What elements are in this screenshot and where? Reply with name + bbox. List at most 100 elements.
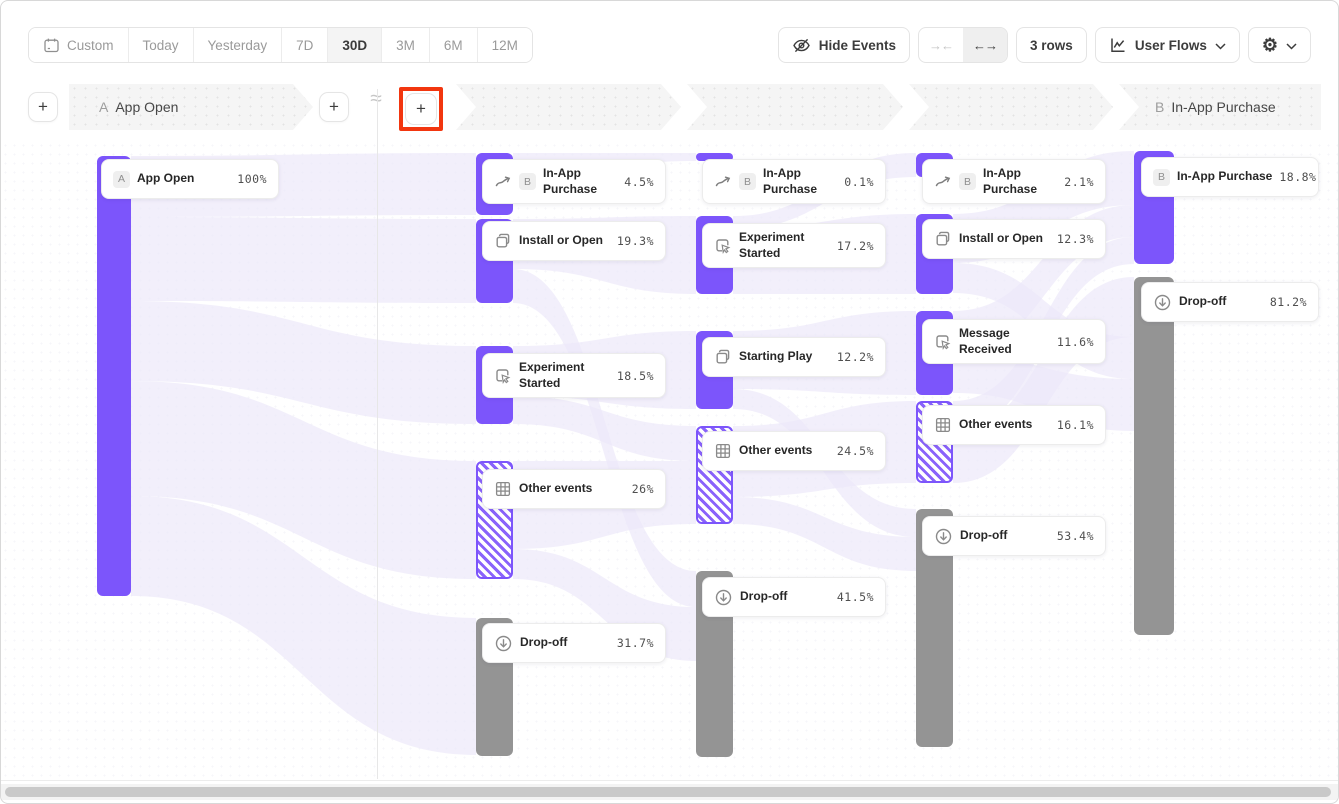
date-label: Yesterday [208,38,268,53]
node-percent: 31.7% [617,636,654,650]
date-range-yesterday[interactable]: Yesterday [194,28,283,62]
flow-node-card-in-app-purchase[interactable]: BIn-App Purchase0.1% [702,159,886,204]
date-range-12m[interactable]: 12M [478,28,532,62]
flow-bar-app-open[interactable] [97,156,131,596]
rows-button[interactable]: 3 rows [1016,27,1087,63]
node-label: Drop-off [740,589,830,605]
step-a-letter: A [99,99,108,115]
step-badge-b: B [519,173,536,190]
scrollbar-thumb[interactable] [5,787,1331,797]
flow-node-card-drop-off[interactable]: Drop-off53.4% [922,516,1106,556]
goal-arrow-icon [934,174,952,190]
node-percent: 2.1% [1064,175,1094,189]
goal-arrow-icon [494,174,512,190]
node-percent: 26% [632,482,654,496]
node-percent: 19.3% [617,234,654,248]
drop-off-icon [934,527,953,546]
arrows-expand-icon[interactable]: ←→ [963,28,1007,62]
node-percent: 12.2% [837,350,874,364]
node-label: In-App Purchase [763,166,837,197]
goal-arrow-icon [714,174,732,190]
flow-node-card-other-events[interactable]: Other events26% [482,469,666,509]
hide-events-button[interactable]: Hide Events [778,27,910,63]
node-percent: 18.8% [1279,170,1316,184]
window-event-icon [494,232,512,250]
chevron-down-icon [1286,38,1297,53]
view-picker-label: User Flows [1135,38,1207,53]
step-badge-b: B [1153,169,1170,186]
chevron-down-icon [1215,38,1226,53]
calendar-icon [43,37,60,54]
node-label: Drop-off [520,635,610,651]
flow-node-card-install-or-open[interactable]: Install or Open 12.3% [922,219,1106,259]
date-range-today[interactable]: Today [129,28,194,62]
node-percent: 53.4% [1057,529,1094,543]
node-label: App Open [137,171,230,187]
flow-node-card-install-or-open[interactable]: Install or Open 19.3% [482,221,666,261]
between-band-3[interactable] [909,84,1113,130]
flow-node-card-experiment-started[interactable]: Experiment Started 18.5% [482,353,666,398]
step-a-band[interactable]: A App Open [69,84,313,130]
node-label: Starting Play [739,349,830,365]
flow-bar-drop-off[interactable] [1134,277,1174,635]
flow-node-card-starting-play[interactable]: Starting Play 12.2% [702,337,886,377]
flow-node-card-in-app-purchase[interactable]: BIn-App Purchase4.5% [482,159,666,204]
user-flows-report: Custom Today Yesterday 7D 30D 3M 6M 12M … [0,0,1339,804]
step-badge-a: A [113,171,130,188]
date-range-custom[interactable]: Custom [29,28,129,62]
view-picker-button[interactable]: User Flows [1095,27,1240,63]
date-range-7d[interactable]: 7D [282,28,328,62]
date-range-30d-selected[interactable]: 30D [328,28,382,62]
flow-node-card-other-events[interactable]: Other events16.1% [922,405,1106,445]
node-label: Experiment Started [519,360,610,391]
date-label: 6M [444,38,463,53]
node-label: Install or Open [959,231,1050,247]
flow-node-card-drop-off[interactable]: Drop-off41.5% [702,577,886,617]
canvas-bottom-border [1,780,1338,781]
flow-node-card-drop-off[interactable]: Drop-off 31.7% [482,623,666,663]
date-range-6m[interactable]: 6M [430,28,478,62]
date-label: 3M [396,38,415,53]
flow-node-card-experiment-started[interactable]: Experiment Started17.2% [702,223,886,268]
settings-button[interactable]: ⚙ [1248,27,1311,63]
node-percent: 18.5% [617,369,654,383]
rows-label: 3 rows [1030,38,1073,53]
node-percent: 24.5% [837,444,874,458]
other-events-grid-icon [714,442,732,460]
flow-node-card-message-received[interactable]: Message Received11.6% [922,319,1106,364]
flow-node-card-other-events[interactable]: Other events 24.5% [702,431,886,471]
arrows-collapse-icon[interactable]: →← [919,28,963,62]
add-step-button[interactable]: + [405,93,437,125]
step-b-letter: B [1155,99,1164,115]
flow-node-card-drop-off[interactable]: Drop-off81.2% [1141,282,1319,322]
drop-off-icon [714,588,733,607]
drop-off-icon [1153,293,1172,312]
node-percent: 12.3% [1057,232,1094,246]
date-label: 7D [296,38,313,53]
date-range-3m[interactable]: 3M [382,28,430,62]
toolbar: Custom Today Yesterday 7D 30D 3M 6M 12M … [28,27,1311,63]
flow-node-card-in-app-purchase[interactable]: BIn-App Purchase18.8% [1141,157,1319,197]
horizontal-scrollbar[interactable] [1,784,1338,800]
node-label: Other events [739,443,830,459]
flow-node-card-in-app-purchase[interactable]: BIn-App Purchase2.1% [922,159,1106,204]
eye-off-icon [792,36,811,55]
node-percent: 100% [237,172,267,186]
step-b-band[interactable]: B In-App Purchase [1119,84,1321,130]
flow-node-card-app-open[interactable]: A App Open 100% [101,159,279,199]
toolbar-right: Hide Events →← ←→ 3 rows User Flows [778,27,1311,63]
node-percent: 11.6% [1057,335,1094,349]
flow-canvas: A App Open 100% BIn-App Purchase4.5% Install… [1,141,1339,779]
between-band-1[interactable] [456,84,681,130]
annotation-highlight-box: + [399,87,443,131]
between-band-2[interactable] [687,84,903,130]
node-label: Install or Open [519,233,610,249]
add-step-after-a-button[interactable]: + [319,92,349,122]
add-step-before-a-button[interactable]: + [28,92,58,122]
date-range-group: Custom Today Yesterday 7D 30D 3M 6M 12M [28,27,533,63]
click-event-icon [934,333,952,351]
step-a-label: App Open [115,99,178,115]
node-percent: 16.1% [1057,418,1094,432]
approx-symbol: ≈ [363,87,389,111]
step-header: + A App Open + ≈ + B In-App Purchase [1,84,1338,130]
